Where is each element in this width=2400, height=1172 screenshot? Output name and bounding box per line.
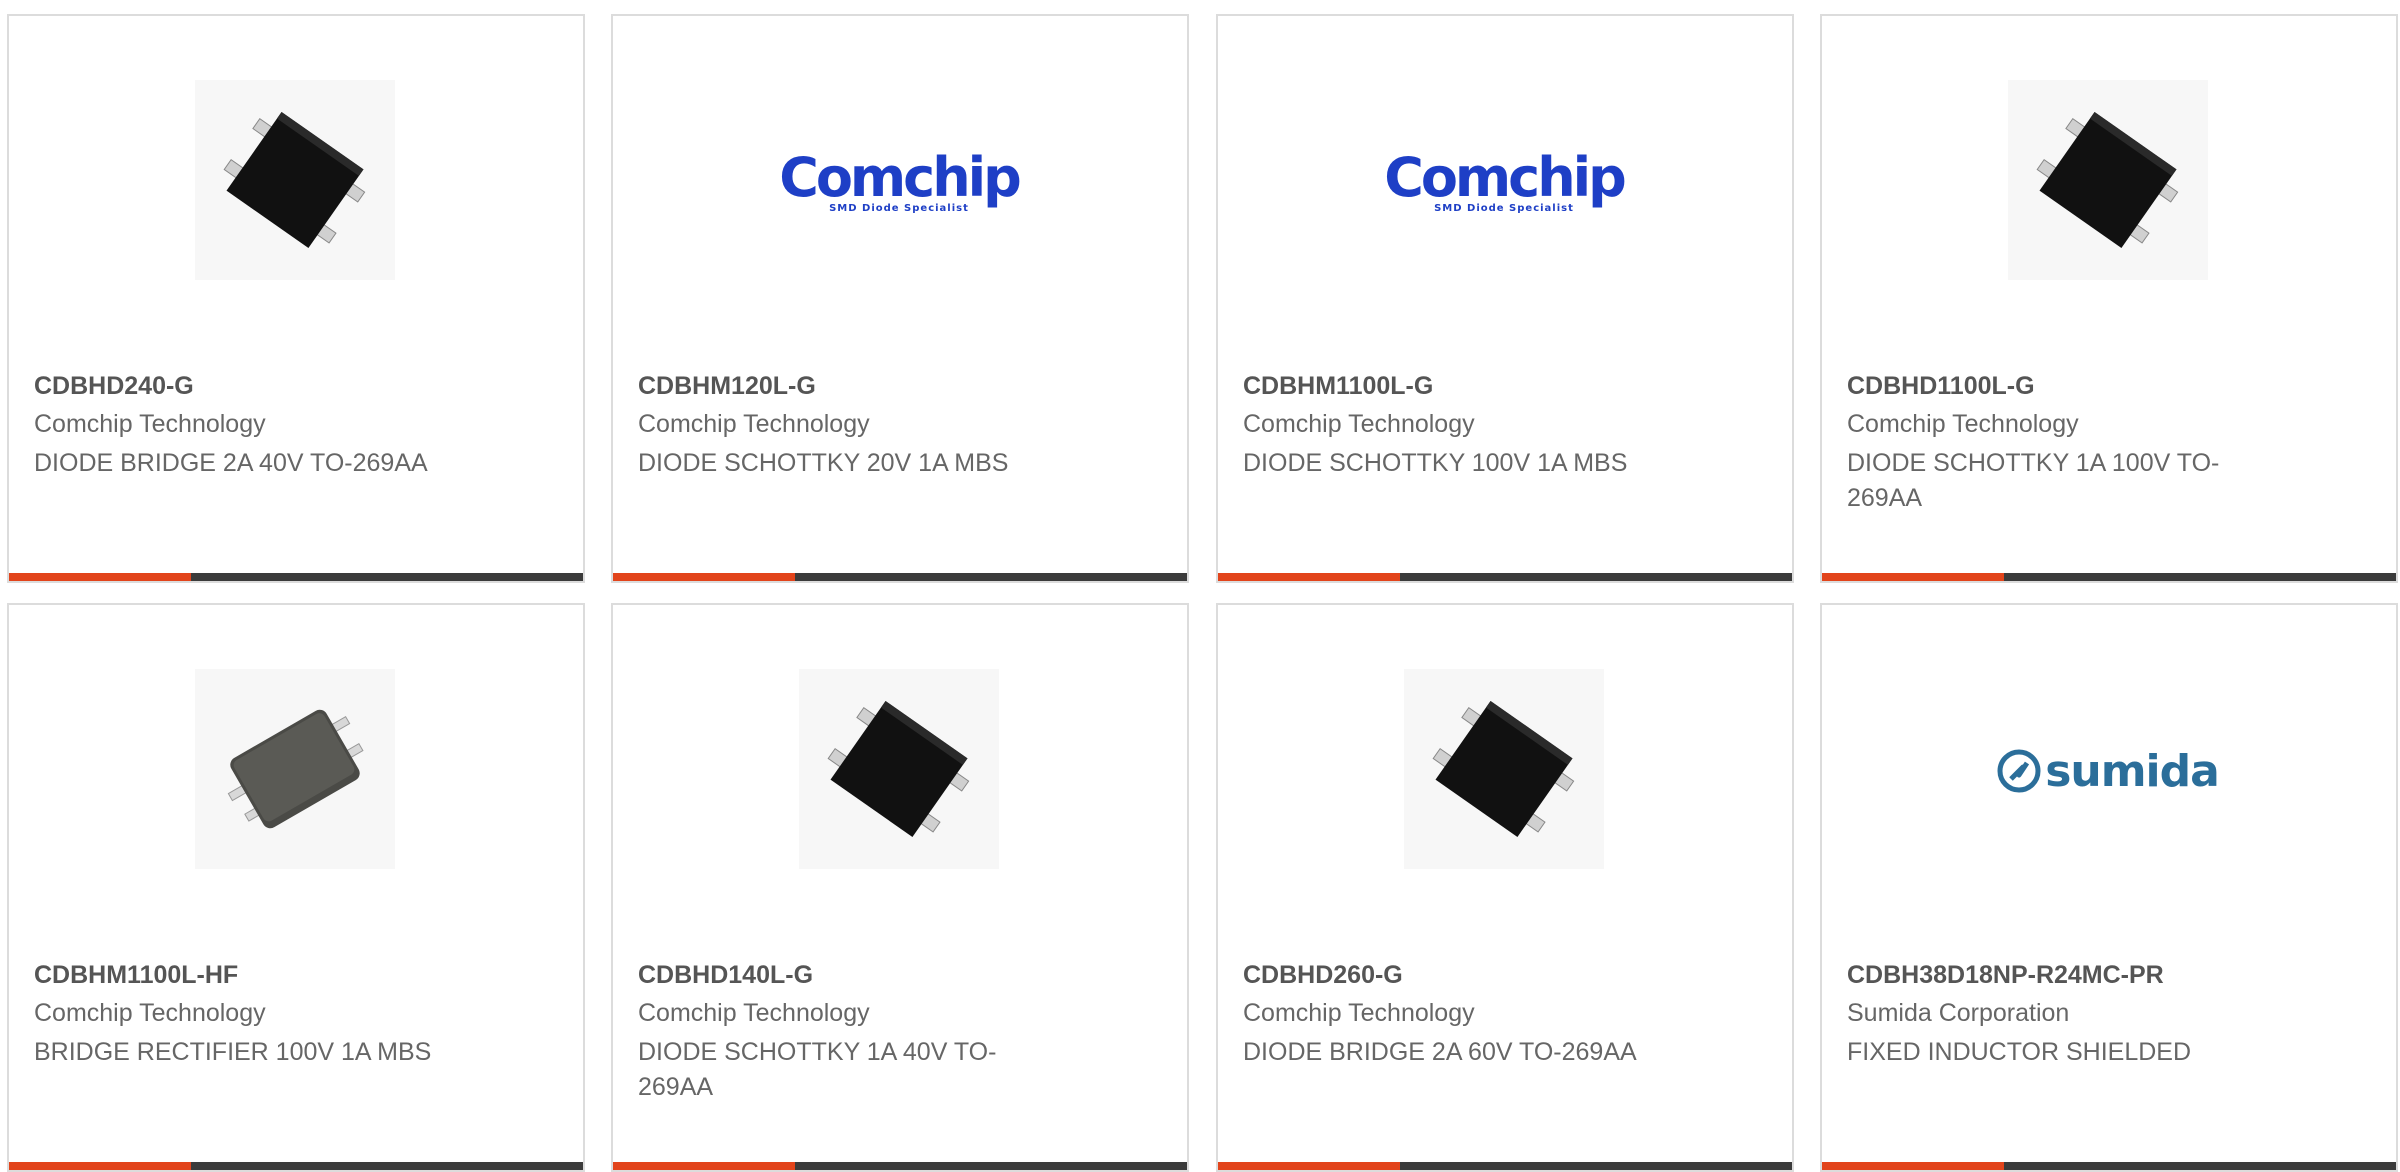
card-bottom-bar <box>1218 1162 1792 1170</box>
card-accent-bar <box>1822 573 2004 581</box>
comchip-logo: Comchip SMD Diode Specialist <box>1384 145 1627 214</box>
product-description: DIODE SCHOTTKY 1A 40V TO-269AA <box>638 1038 997 1101</box>
manufacturer-name: Comchip Technology <box>34 999 266 1027</box>
product-image[interactable] <box>195 668 395 874</box>
card-bottom-bar <box>613 1162 1187 1170</box>
chip-photo-small-icon <box>195 668 395 874</box>
product-description: DIODE BRIDGE 2A 60V TO-269AA <box>1243 1038 1637 1066</box>
product-description: DIODE SCHOTTKY 100V 1A MBS <box>1243 449 1628 477</box>
card-bottom-bar <box>1822 573 2396 581</box>
part-number[interactable]: CDBHD140L-G <box>638 961 813 990</box>
product-card[interactable]: sumida CDBH38D18NP-R24MC-PR Sumida Corpo… <box>1820 603 2398 1172</box>
manufacturer-name: Comchip Technology <box>638 410 870 438</box>
card-bottom-bar <box>1218 573 1792 581</box>
manufacturer-name: Comchip Technology <box>34 410 266 438</box>
card-accent-bar <box>1822 1162 2004 1170</box>
part-number[interactable]: CDBHM120L-G <box>638 372 816 401</box>
product-card[interactable]: CDBHD140L-G Comchip Technology DIODE SCH… <box>611 603 1189 1172</box>
product-image[interactable] <box>1404 668 1604 874</box>
sumida-mark-icon <box>1997 749 2041 793</box>
product-card[interactable]: CDBHM1100L-HF Comchip Technology BRIDGE … <box>7 603 585 1172</box>
manufacturer-name: Comchip Technology <box>1847 410 2079 438</box>
product-card[interactable]: CDBHD260-G Comchip Technology DIODE BRID… <box>1216 603 1794 1172</box>
card-accent-bar <box>1218 1162 1400 1170</box>
product-description: DIODE SCHOTTKY 20V 1A MBS <box>638 449 1009 477</box>
manufacturer-name: Comchip Technology <box>1243 999 1475 1027</box>
product-description: DIODE BRIDGE 2A 40V TO-269AA <box>34 449 428 477</box>
product-card[interactable]: Comchip SMD Diode Specialist CDBHM1100L-… <box>1216 14 1794 583</box>
card-accent-bar <box>9 573 191 581</box>
product-card[interactable]: CDBHD1100L-G Comchip Technology DIODE SC… <box>1820 14 2398 583</box>
product-grid: CDBHD240-G Comchip Technology DIODE BRID… <box>0 0 2400 1172</box>
part-number[interactable]: CDBH38D18NP-R24MC-PR <box>1847 961 2164 990</box>
product-description: DIODE SCHOTTKY 1A 100V TO-269AA <box>1847 449 2220 512</box>
part-number[interactable]: CDBHM1100L-G <box>1243 372 1433 401</box>
product-card[interactable]: Comchip SMD Diode Specialist CDBHM120L-G… <box>611 14 1189 583</box>
card-accent-bar <box>9 1162 191 1170</box>
manufacturer-name: Comchip Technology <box>638 999 870 1027</box>
manufacturer-name: Comchip Technology <box>1243 410 1475 438</box>
product-image[interactable]: Comchip SMD Diode Specialist <box>779 82 1022 282</box>
part-number[interactable]: CDBHD240-G <box>34 372 194 401</box>
part-number[interactable]: CDBHD260-G <box>1243 961 1403 990</box>
chip-photo-icon <box>2008 79 2208 285</box>
product-image[interactable] <box>2008 79 2208 285</box>
card-accent-bar <box>613 573 795 581</box>
product-image[interactable] <box>799 668 999 874</box>
product-description: BRIDGE RECTIFIER 100V 1A MBS <box>34 1038 432 1066</box>
product-card[interactable]: CDBHD240-G Comchip Technology DIODE BRID… <box>7 14 585 583</box>
chip-photo-icon <box>799 668 999 874</box>
part-number[interactable]: CDBHD1100L-G <box>1847 372 2035 401</box>
comchip-logo: Comchip SMD Diode Specialist <box>779 145 1022 214</box>
part-number[interactable]: CDBHM1100L-HF <box>34 961 238 990</box>
chip-photo-icon <box>1404 668 1604 874</box>
card-accent-bar <box>1218 573 1400 581</box>
card-bottom-bar <box>9 1162 583 1170</box>
card-bottom-bar <box>613 573 1187 581</box>
card-bottom-bar <box>1822 1162 2396 1170</box>
chip-photo-icon <box>195 79 395 285</box>
product-description: FIXED INDUCTOR SHIELDED <box>1847 1038 2192 1066</box>
card-accent-bar <box>613 1162 795 1170</box>
product-image[interactable] <box>195 79 395 285</box>
product-image[interactable]: Comchip SMD Diode Specialist <box>1384 82 1627 282</box>
card-bottom-bar <box>9 573 583 581</box>
manufacturer-name: Sumida Corporation <box>1847 999 2070 1027</box>
product-image[interactable]: sumida <box>1997 671 2220 871</box>
sumida-logo: sumida <box>1997 746 2220 797</box>
